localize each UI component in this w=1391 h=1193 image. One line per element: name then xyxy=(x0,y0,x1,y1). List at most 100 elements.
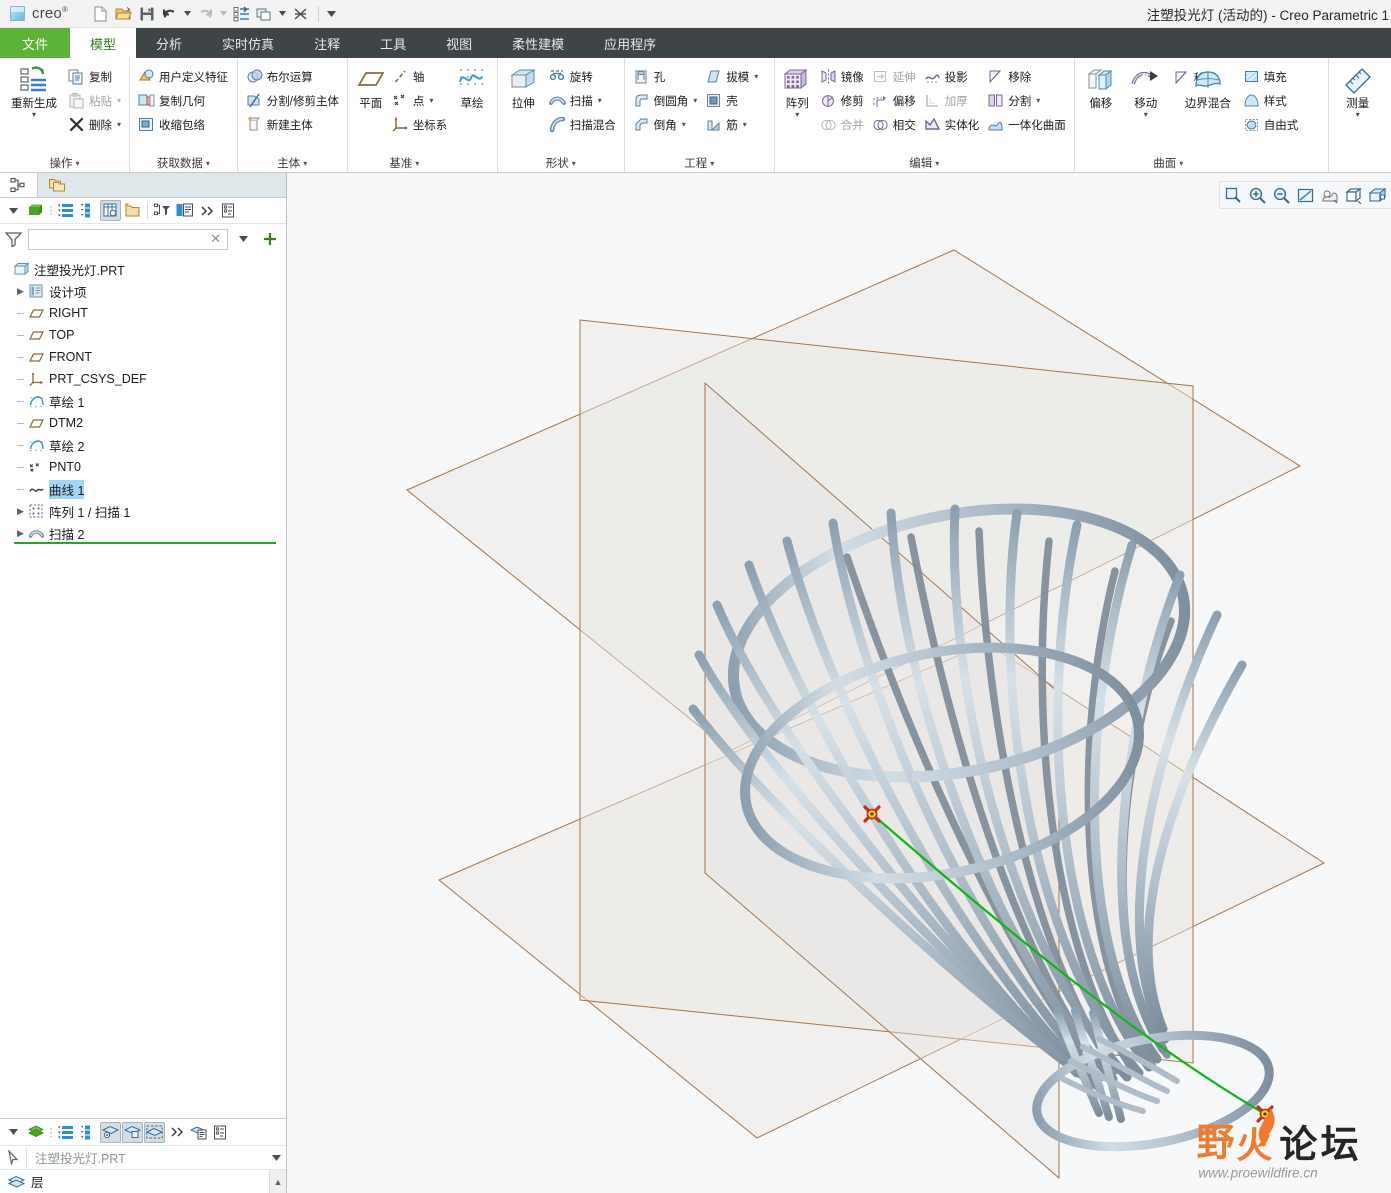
quick-access-toolbar[interactable] xyxy=(90,3,337,24)
datum-plane-button[interactable]: 平面 xyxy=(352,64,390,111)
sweep-button[interactable]: 扫描 ▾ xyxy=(545,89,620,112)
repaint-button[interactable] xyxy=(1318,184,1341,206)
tab-analysis[interactable]: 分析 xyxy=(136,28,202,58)
surf-move-button[interactable]: 移动 ▾ xyxy=(1123,64,1169,118)
detail-view-icon[interactable] xyxy=(78,200,99,221)
tab-flexible-modeling[interactable]: 柔性建模 xyxy=(492,28,584,58)
layer-new-icon[interactable] xyxy=(188,1122,209,1143)
folder-browser-tab[interactable] xyxy=(38,173,76,197)
pattern-dropdown-caret[interactable]: ▾ xyxy=(795,110,799,118)
tree-layout-icon[interactable] xyxy=(174,200,195,221)
layer-model-selector[interactable]: 注塑投光灯.PRT xyxy=(0,1145,286,1169)
tab-applications[interactable]: 应用程序 xyxy=(584,28,676,58)
vertical-dots-icon[interactable]: ⋮ xyxy=(46,1126,57,1139)
mirror-button[interactable]: 镜像 xyxy=(816,65,868,88)
display-style-button[interactable] xyxy=(1342,184,1365,206)
new-body-button[interactable]: 新建主体 xyxy=(242,113,343,136)
expander-icon[interactable]: ▶ xyxy=(14,506,27,517)
chamfer-dropdown-caret[interactable]: ▾ xyxy=(682,120,686,129)
layer-settings-caret[interactable] xyxy=(3,1122,24,1143)
zoom-out-button[interactable] xyxy=(1270,184,1293,206)
undo-dropdown-caret[interactable] xyxy=(182,4,193,24)
round-dropdown-caret[interactable]: ▾ xyxy=(693,96,697,105)
surf-offset-button[interactable]: 偏移 xyxy=(1079,64,1123,111)
tab-livesim[interactable]: 实时仿真 xyxy=(202,28,294,58)
thicken-button[interactable]: 加厚 xyxy=(920,89,984,112)
green-cube-icon[interactable] xyxy=(25,200,46,221)
navigator-tabs[interactable] xyxy=(0,173,286,198)
remove-button[interactable]: 移除 xyxy=(983,65,1070,88)
datum-axis-button[interactable]: 轴 xyxy=(388,65,452,88)
tree-node-front[interactable]: – FRONT xyxy=(0,346,286,368)
properties-icon[interactable] xyxy=(210,1122,231,1143)
saved-views-button[interactable] xyxy=(1366,184,1389,206)
layer-list-view-icon[interactable] xyxy=(56,1122,77,1143)
layer-root-row[interactable]: 层 ▲ xyxy=(0,1169,286,1193)
rib-button[interactable]: 筋 ▾ xyxy=(701,113,769,136)
tab-tools[interactable]: 工具 xyxy=(360,28,426,58)
unified-surface-button[interactable]: 一体化曲面 xyxy=(983,113,1070,136)
tree-node-part[interactable]: 注塑投光灯.PRT xyxy=(0,258,286,280)
shrinkwrap-button[interactable]: 收缩包络 xyxy=(134,113,232,136)
extrude-button[interactable]: 拉伸 xyxy=(502,64,545,111)
datum-csys-button[interactable]: 坐标系 xyxy=(388,113,452,136)
tree-node-right[interactable]: – RIGHT xyxy=(0,302,286,324)
tree-node-csys[interactable]: – PRT_CSYS_DEF xyxy=(0,368,286,390)
draft-dropdown-caret[interactable]: ▾ xyxy=(754,72,758,81)
new-file-icon[interactable] xyxy=(90,3,111,24)
window-switch-icon[interactable] xyxy=(254,3,275,24)
window-dropdown-caret[interactable] xyxy=(277,4,288,24)
draft-button[interactable]: 拔模 ▾ xyxy=(701,65,769,88)
tree-filter-input[interactable]: ✕ xyxy=(28,228,228,250)
undo-icon[interactable] xyxy=(159,3,180,24)
close-window-icon[interactable] xyxy=(290,3,311,24)
group-title-operations[interactable]: 操作 ▾ xyxy=(4,154,125,172)
columns-view-icon[interactable] xyxy=(100,200,121,221)
split-surf-button[interactable]: 分割 ▾ xyxy=(983,89,1070,112)
split-body-button[interactable]: 分割/修剪主体 xyxy=(242,89,343,112)
delete-dropdown-caret[interactable]: ▾ xyxy=(117,120,121,129)
tree-node-dtm2[interactable]: – DTM2 xyxy=(0,412,286,434)
save-icon[interactable] xyxy=(136,3,157,24)
layer-detail-view-icon[interactable] xyxy=(78,1122,99,1143)
tree-filter-row[interactable]: ✕ xyxy=(0,224,286,254)
sketch-button[interactable]: 草绘 xyxy=(451,64,492,111)
vertical-dots-icon[interactable]: ⋮ xyxy=(46,204,57,217)
tree-node-pattern-1[interactable]: ▶ 阵列 1 / 扫描 1 xyxy=(0,500,286,522)
chamfer-button[interactable]: 倒角 ▾ xyxy=(629,113,702,136)
tab-annotate[interactable]: 注释 xyxy=(294,28,360,58)
hole-button[interactable]: 孔 xyxy=(629,65,702,88)
tree-node-design-items[interactable]: ▶ 设计项 xyxy=(0,280,286,302)
intersect-button[interactable]: 相交 xyxy=(868,113,920,136)
extend-button[interactable]: 延伸 xyxy=(868,65,920,88)
tree-node-sketch-2[interactable]: – 草绘 2 xyxy=(0,434,286,456)
project-button[interactable]: 投影 xyxy=(920,65,984,88)
regenerate-button[interactable]: 重新生成 ▾ xyxy=(4,64,64,118)
solidify-button[interactable]: 实体化 xyxy=(920,113,984,136)
datum-point-button[interactable]: 点 ▾ xyxy=(388,89,452,112)
group-title-shapes[interactable]: 形状 ▾ xyxy=(502,154,620,172)
group-title-datum[interactable]: 基准 ▾ xyxy=(316,154,493,172)
layer-dashed-icon[interactable] xyxy=(144,1121,165,1143)
tree-node-sweep-2[interactable]: ▶ 扫描 2 xyxy=(0,522,286,544)
paste-button[interactable]: 粘贴 ▾ xyxy=(64,89,125,112)
tree-node-sketch-1[interactable]: – 草绘 1 xyxy=(0,390,286,412)
split-surf-dropdown-caret[interactable]: ▾ xyxy=(1036,96,1040,105)
cad-model-canvas[interactable] xyxy=(287,173,1391,1193)
tree-filter-icon[interactable] xyxy=(152,200,173,221)
measure-dropdown-caret[interactable]: ▾ xyxy=(1356,110,1360,118)
filter-dropdown-caret[interactable] xyxy=(233,229,254,250)
properties-icon[interactable] xyxy=(218,200,239,221)
boolean-button[interactable]: 布尔运算 xyxy=(242,65,343,88)
round-button[interactable]: 倒圆角 ▾ xyxy=(629,89,702,112)
ribbon-tab-bar[interactable]: 文件 模型 分析 实时仿真 注释 工具 视图 柔性建模 应用程序 xyxy=(0,28,1391,58)
rib-dropdown-caret[interactable]: ▾ xyxy=(743,120,747,129)
model-tree[interactable]: 注塑投光灯.PRT ▶ 设计项 – RIGHT – TOP – FRONT – xyxy=(0,254,286,1118)
regenerate-icon[interactable] xyxy=(231,3,252,24)
boundary-blend-button[interactable]: 边界混合 xyxy=(1177,64,1239,111)
delete-button[interactable]: 删除 ▾ xyxy=(64,113,125,136)
expander-icon[interactable]: ▶ xyxy=(14,286,27,297)
merge-button[interactable]: 合并 xyxy=(816,113,868,136)
offset-edit-button[interactable]: 偏移 xyxy=(868,89,920,112)
udf-button[interactable]: 用户定义特征 xyxy=(134,65,232,88)
